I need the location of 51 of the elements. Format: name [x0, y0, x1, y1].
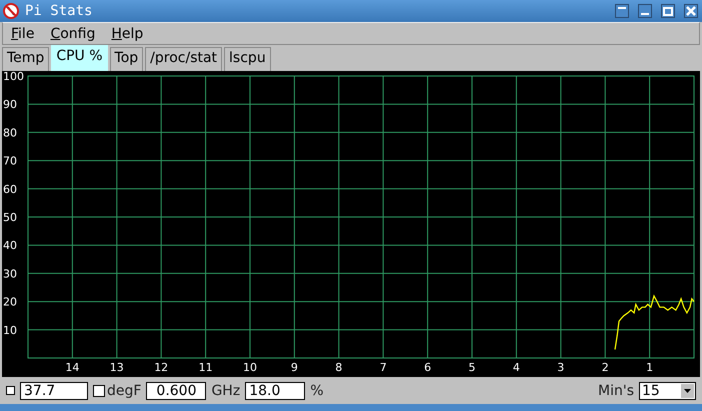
axis-label: 3 — [557, 361, 564, 374]
shade-button[interactable] — [615, 4, 629, 18]
checkbox-label: degF — [107, 382, 142, 398]
close-button[interactable] — [684, 4, 698, 18]
axis-label: 40 — [3, 239, 17, 252]
tab[interactable]: Temp — [2, 47, 50, 71]
menu-item[interactable]: Config — [42, 26, 104, 42]
axis-label: 2 — [602, 361, 609, 374]
tab[interactable]: Top — [110, 47, 144, 71]
axis-label: 12 — [154, 361, 168, 374]
minimize-button[interactable] — [638, 4, 652, 18]
label: % — [310, 382, 324, 398]
axis-label: 10 — [243, 361, 257, 374]
dropdown[interactable]: 15 — [639, 382, 696, 400]
tab[interactable]: lscpu — [224, 47, 271, 71]
checkbox[interactable] — [93, 384, 105, 396]
axis-label: 20 — [3, 296, 17, 309]
input-field[interactable]: 0.600 — [146, 382, 206, 400]
axis-label: 100 — [3, 71, 24, 83]
axis-label: 50 — [3, 211, 17, 224]
axis-label: 90 — [3, 98, 17, 112]
menu-item[interactable]: Help — [103, 26, 152, 42]
close-icon — [686, 6, 696, 16]
axis-label: 60 — [3, 182, 17, 196]
app-icon — [3, 3, 19, 19]
axis-label: 13 — [110, 361, 124, 374]
axis-label: 9 — [290, 361, 298, 374]
axis-label: 5 — [468, 361, 476, 374]
tab[interactable]: CPU % — [51, 45, 108, 71]
input-field[interactable]: 37.7 — [20, 382, 88, 400]
axis-label: 7 — [380, 361, 387, 374]
axis-label: 1 — [646, 361, 654, 374]
menu-item[interactable]: File — [3, 26, 42, 42]
maximize-icon — [663, 6, 673, 16]
label: Min's — [598, 382, 634, 398]
label: GHz — [211, 382, 240, 398]
checkbox[interactable] — [6, 386, 15, 395]
minimize-icon — [641, 13, 649, 15]
axis-label: 70 — [3, 154, 17, 168]
axis-label: 30 — [3, 267, 17, 280]
axis-label: 6 — [424, 361, 432, 374]
maximize-button[interactable] — [661, 4, 675, 18]
axis-label: 10 — [3, 324, 17, 337]
axis-label: 80 — [3, 126, 17, 140]
axis-label: 11 — [198, 361, 213, 374]
window-title: Pi Stats — [25, 3, 94, 19]
axis-label: 4 — [512, 361, 520, 374]
axis-label: 14 — [65, 361, 80, 374]
tab[interactable]: /proc/stat — [145, 47, 222, 71]
input-field[interactable]: 18.0 — [245, 382, 306, 400]
axis-label: 8 — [335, 361, 342, 374]
